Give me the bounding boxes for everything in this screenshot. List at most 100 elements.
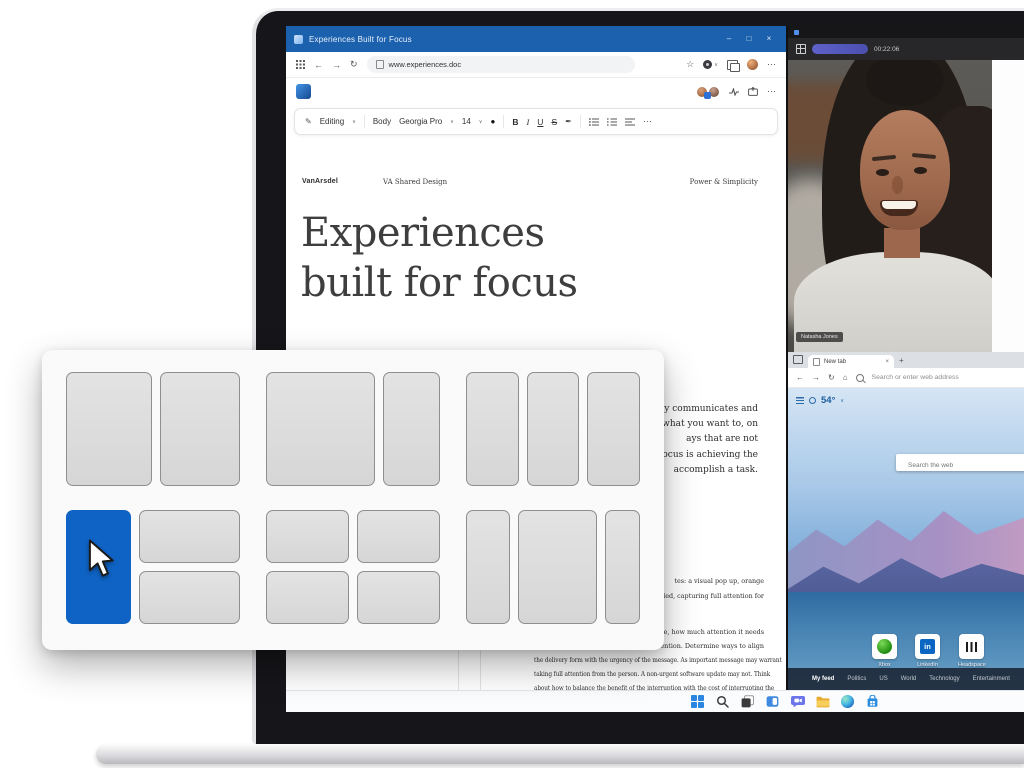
new-tab-button[interactable]: + [899, 356, 904, 365]
snap-cell[interactable] [383, 372, 440, 486]
divider [580, 115, 581, 128]
maximize-button[interactable]: □ [740, 26, 758, 52]
person-eye [876, 169, 889, 176]
highlighter-icon[interactable]: ✒ [565, 117, 572, 126]
window-title: Experiences Built for Focus [309, 35, 412, 44]
snap-cell[interactable] [527, 372, 580, 486]
news-tab-entertainment[interactable]: Entertainment [973, 676, 1010, 682]
weather-widget[interactable]: 54° ∨ [796, 395, 844, 406]
snap-cell[interactable] [266, 510, 349, 563]
snap-cell[interactable] [466, 510, 510, 624]
address-bar[interactable]: www.experiences.doc [367, 56, 635, 73]
bold-button[interactable]: B [512, 117, 518, 127]
snap-cell[interactable] [518, 510, 597, 624]
title-bar[interactable]: Experiences Built for Focus – □ × [286, 26, 786, 52]
snap-cell[interactable] [587, 372, 640, 486]
snap-cell[interactable] [357, 571, 440, 624]
quick-link-linkedin[interactable]: in LinkedIn [915, 634, 940, 668]
snap-layout-quad[interactable] [266, 510, 440, 624]
favorites-icon[interactable]: ☆ [686, 59, 694, 70]
snap-cell[interactable] [466, 372, 519, 486]
refresh-button[interactable]: ↻ [828, 373, 835, 382]
quick-link-headspace[interactable]: Headspace [958, 634, 986, 668]
snap-cell[interactable] [139, 571, 240, 624]
profile-avatar[interactable] [747, 59, 758, 70]
news-tab-technology[interactable]: Technology [929, 676, 959, 682]
collaborator-avatars[interactable] [696, 85, 720, 99]
chevron-down-icon[interactable]: ∨ [352, 119, 356, 125]
news-tab-politics[interactable]: Politics [847, 676, 866, 682]
temperature: 54° [821, 395, 835, 406]
close-button[interactable]: × [760, 26, 778, 52]
tab-new-tab[interactable]: New tab × [808, 355, 894, 368]
call-window-titlebar[interactable] [788, 26, 1024, 38]
apps-grid-icon[interactable] [296, 60, 305, 69]
address-placeholder[interactable]: Search or enter web address [872, 374, 959, 381]
tab-overview-icon[interactable] [793, 355, 803, 364]
divider [364, 115, 365, 128]
style-select[interactable]: Body [373, 117, 391, 126]
home-button[interactable]: ⌂ [843, 373, 848, 382]
snap-layout-two-columns[interactable] [66, 372, 240, 486]
forward-button[interactable]: → [332, 60, 341, 70]
bullet-list-icon[interactable] [589, 118, 599, 126]
search-button[interactable] [715, 694, 730, 709]
start-button[interactable] [690, 694, 705, 709]
app-bars-icon [966, 642, 977, 652]
font-size-select[interactable]: 14 [462, 117, 471, 126]
snap-cell[interactable] [139, 510, 240, 563]
numbered-list-icon[interactable] [607, 118, 617, 126]
news-tab-world[interactable]: World [901, 676, 917, 682]
snap-cell[interactable] [160, 372, 240, 486]
align-icon[interactable] [625, 118, 635, 126]
snap-cell[interactable] [266, 372, 375, 486]
body-paragraph-1: gy communicates and what you want to, on… [657, 402, 758, 478]
body-paragraph-3-clipped: rmine, how much attention it needs ttent… [648, 626, 764, 653]
snap-cell[interactable] [266, 571, 349, 624]
toolbar-more-icon[interactable]: ⋯ [643, 116, 652, 127]
chevron-down-icon[interactable]: ∨ [714, 62, 718, 68]
news-tab-us[interactable]: US [879, 676, 887, 682]
task-view-button[interactable] [740, 694, 755, 709]
italic-button[interactable]: I [526, 117, 529, 127]
minimize-button[interactable]: – [720, 26, 738, 52]
chat-button[interactable] [790, 694, 805, 709]
chevron-down-icon[interactable]: ∨ [450, 119, 454, 125]
word-app-icon[interactable] [296, 84, 311, 99]
menu-icon[interactable] [796, 397, 804, 404]
snap-cell[interactable] [605, 510, 640, 624]
font-select[interactable]: Georgia Pro [399, 117, 442, 126]
share-icon[interactable] [748, 87, 758, 96]
widgets-button[interactable] [765, 694, 780, 709]
url-text: www.experiences.doc [389, 60, 462, 69]
store-button[interactable] [865, 694, 880, 709]
refresh-button[interactable]: ↻ [350, 59, 358, 70]
snap-layout-side-main-side[interactable] [466, 510, 640, 624]
snap-cell[interactable] [357, 510, 440, 563]
tab-close-icon[interactable]: × [885, 359, 889, 365]
editing-mode-button[interactable]: Editing [320, 117, 344, 126]
web-search-input[interactable] [896, 457, 1024, 474]
chevron-down-icon[interactable]: ∨ [479, 119, 483, 125]
collab-bar: ⋯ [286, 78, 786, 105]
quick-link-xbox[interactable]: Xbox [872, 634, 897, 668]
underline-button[interactable]: U [537, 117, 543, 127]
back-button[interactable]: ← [796, 373, 804, 382]
gallery-view-icon[interactable] [796, 44, 806, 54]
collab-more-icon[interactable]: ⋯ [767, 86, 776, 97]
browser-more-icon[interactable]: ⋯ [767, 59, 776, 70]
back-button[interactable]: ← [314, 60, 323, 70]
strikethrough-button[interactable]: S [551, 117, 557, 127]
snap-layout-three-columns[interactable] [466, 372, 640, 486]
extensions-icon[interactable] [703, 60, 712, 69]
snap-layout-wide-left[interactable] [266, 372, 440, 486]
web-search-box[interactable] [896, 454, 1024, 471]
file-explorer-button[interactable] [815, 694, 830, 709]
forward-button[interactable]: → [812, 373, 820, 382]
snap-cell[interactable] [66, 372, 152, 486]
edge-button[interactable] [840, 694, 855, 709]
news-tab-my-feed[interactable]: My feed [812, 676, 834, 682]
font-color-button[interactable]: ● [490, 117, 495, 126]
activity-icon[interactable] [729, 88, 739, 96]
collections-icon[interactable] [727, 60, 738, 70]
